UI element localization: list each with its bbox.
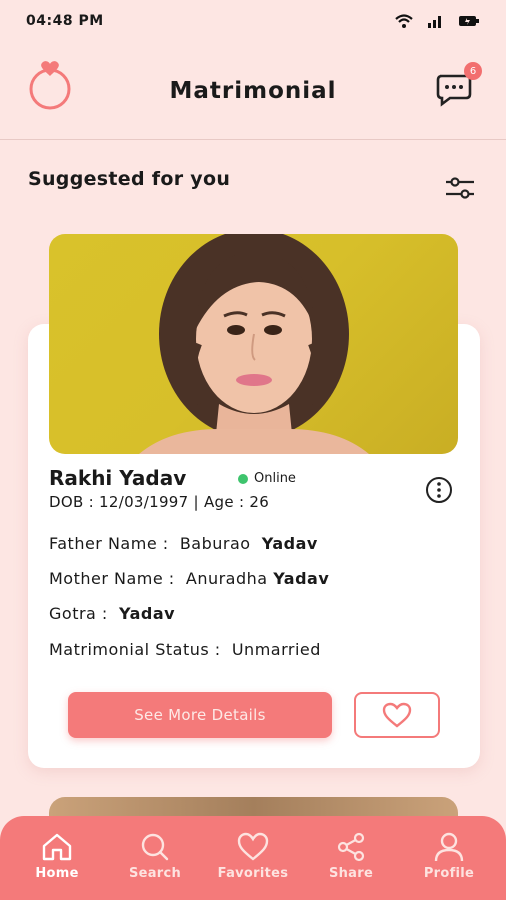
dob-age: DOB : 12/03/1997 | Age : 26 [49,493,270,511]
nav-label-home: Home [35,866,79,881]
favorite-button[interactable] [354,692,440,738]
chat-button[interactable]: 6 [432,62,482,110]
nav-item-favorites[interactable]: Favorites [208,832,298,881]
gotra-label: Gotra : [49,604,108,623]
app-title: Matrimonial [169,77,337,104]
online-status: Online [238,471,296,486]
heart-icon [237,832,269,861]
gotra-row: Gotra : Yadav [49,604,175,623]
chat-badge: 6 [464,62,482,80]
see-more-details-button[interactable]: See More Details [68,692,332,738]
nav-item-profile[interactable]: Profile [404,832,494,881]
father-first: Baburao [179,534,251,553]
nav-label-search: Search [128,866,182,881]
nav-label-favorites: Favorites [217,866,289,881]
more-options-icon[interactable] [424,475,454,505]
marital-label: Matrimonial Status : [49,640,221,659]
marital-status-row: Matrimonial Status : Unmarried [49,640,321,659]
signal-icon [428,16,441,28]
app-header: Matrimonial 6 [0,42,506,140]
home-icon [42,833,72,861]
filter-icon[interactable] [444,174,476,202]
mother-last: Yadav [273,569,330,588]
bottom-nav: Home Search Favorites Share Profile [0,816,506,900]
nav-item-home[interactable]: Home [12,832,102,881]
marital-value: Unmarried [231,640,321,659]
father-last: Yadav [261,534,318,553]
nav-label-share: Share [328,866,374,881]
search-icon [141,833,169,861]
status-time: 04:48 PM [26,13,104,29]
father-label: Father Name : [49,534,169,553]
nav-label-profile: Profile [423,866,475,881]
heart-icon [382,702,412,728]
portrait-illustration [139,234,369,454]
gotra-value: Yadav [119,604,176,623]
nav-item-share[interactable]: Share [306,832,396,881]
nav-item-search[interactable]: Search [110,832,200,881]
profile-photo[interactable] [49,234,458,454]
section-title: Suggested for you [28,168,231,190]
person-icon [434,832,464,862]
online-dot [238,473,248,484]
wifi-icon [395,14,413,28]
mother-first: Anuradha [185,569,268,588]
status-bar: 04:48 PM [0,0,506,42]
mother-label: Mother Name : [49,569,175,588]
status-icons [394,13,480,29]
mother-name-row: Mother Name : Anuradha Yadav [49,569,329,588]
share-icon [337,832,365,862]
profile-name: Rakhi Yadav [49,466,187,490]
ring-icon[interactable] [24,58,76,110]
father-name-row: Father Name : Baburao Yadav [49,534,318,553]
online-label: Online [254,471,296,486]
battery-icon [459,16,479,26]
